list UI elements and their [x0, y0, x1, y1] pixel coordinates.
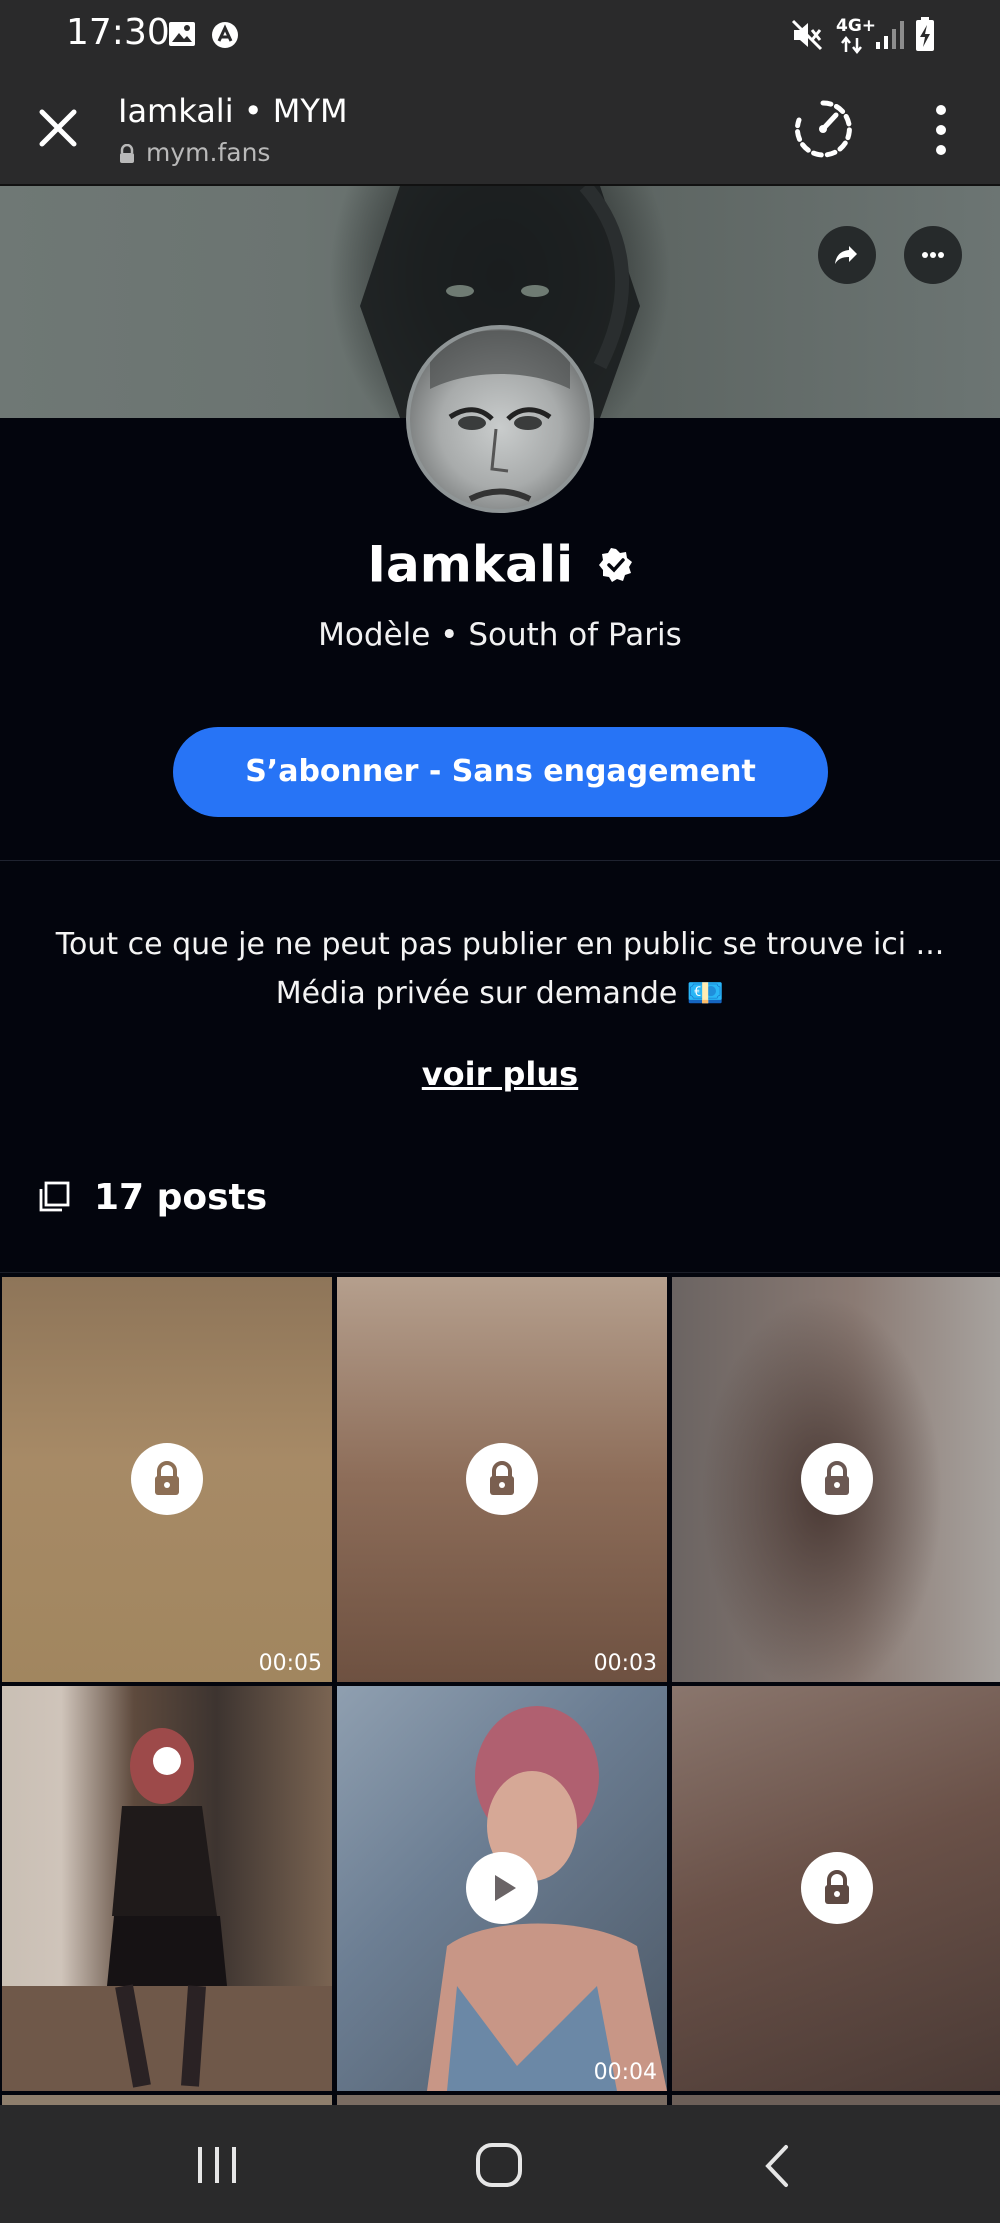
options-button[interactable]: [904, 226, 962, 284]
post-tile[interactable]: [672, 2095, 1000, 2105]
video-duration: 00:05: [258, 1651, 322, 1676]
post-tile[interactable]: [337, 2095, 667, 2105]
battery-charging-icon: [916, 17, 934, 51]
video-duration: 00:04: [593, 2060, 657, 2085]
page-url: mym.fans: [146, 138, 271, 167]
status-bar: 17:30 4G+: [0, 0, 1000, 72]
divider: [0, 1272, 1000, 1273]
avatar[interactable]: [406, 325, 594, 513]
secure-lock-icon: [120, 144, 134, 163]
mirror-selfie-photo: [2, 1728, 332, 2091]
post-tile[interactable]: 00:03: [337, 1277, 667, 1682]
system-navigation-bar: [0, 2105, 1000, 2223]
profile-bio: Tout ce que je ne peut pas publier en pu…: [20, 920, 980, 1018]
post-tile[interactable]: [672, 1277, 1000, 1682]
post-tile[interactable]: [2, 1686, 332, 2091]
play-icon: [495, 1875, 516, 1901]
play-button[interactable]: [466, 1852, 538, 1924]
avatar-face-art: [430, 330, 570, 502]
network-type: 4G+: [836, 16, 877, 36]
page-title: Iamkali • MYM: [118, 92, 348, 130]
app-notification-icon: [212, 22, 238, 48]
speed-gauge-icon[interactable]: [792, 98, 854, 160]
back-icon[interactable]: [758, 2143, 798, 2189]
lock-button[interactable]: [801, 1443, 873, 1515]
share-button[interactable]: [818, 226, 876, 284]
lock-icon: [155, 1461, 179, 1495]
lock-icon: [825, 1461, 849, 1495]
post-tile[interactable]: [2, 2095, 332, 2105]
more-horizontal-icon: [922, 252, 944, 258]
gallery-icon: [169, 22, 195, 46]
bio-line-1: Tout ce que je ne peut pas publier en pu…: [55, 927, 945, 962]
post-tile[interactable]: 00:05: [2, 1277, 332, 1682]
status-time: 17:30: [66, 12, 170, 53]
signal-icon: [876, 21, 904, 49]
lock-button[interactable]: [466, 1443, 538, 1515]
lock-icon: [490, 1461, 514, 1495]
mute-icon: [791, 19, 823, 51]
close-icon[interactable]: [32, 102, 84, 154]
see-more-link[interactable]: voir plus: [0, 1055, 1000, 1093]
posts-count: 17 posts: [94, 1177, 268, 1218]
more-vertical-icon[interactable]: [924, 102, 958, 158]
post-tile[interactable]: [672, 1686, 1000, 2091]
video-duration: 00:03: [593, 1651, 657, 1676]
bio-line-2: Média privée sur demande 💶: [275, 976, 725, 1011]
profile-subtitle: Modèle • South of Paris: [318, 617, 682, 653]
recent-apps-icon[interactable]: [192, 2143, 242, 2187]
divider: [0, 860, 1000, 861]
data-transfer-icon: [841, 36, 862, 54]
lock-button[interactable]: [131, 1443, 203, 1515]
post-tile[interactable]: 00:04: [337, 1686, 667, 2091]
home-icon[interactable]: [474, 2141, 524, 2189]
profile-name: Iamkali: [367, 535, 574, 594]
lock-icon: [825, 1870, 849, 1904]
subscribe-button[interactable]: S’abonner - Sans engagement: [173, 727, 828, 817]
share-icon: [835, 246, 857, 264]
verified-badge-icon: [598, 547, 632, 582]
browser-toolbar: Iamkali • MYM mym.fans: [0, 72, 1000, 186]
posts-stack-icon: [39, 1181, 70, 1212]
profile-name-row: Iamkali: [0, 532, 1000, 594]
lock-button[interactable]: [801, 1852, 873, 1924]
